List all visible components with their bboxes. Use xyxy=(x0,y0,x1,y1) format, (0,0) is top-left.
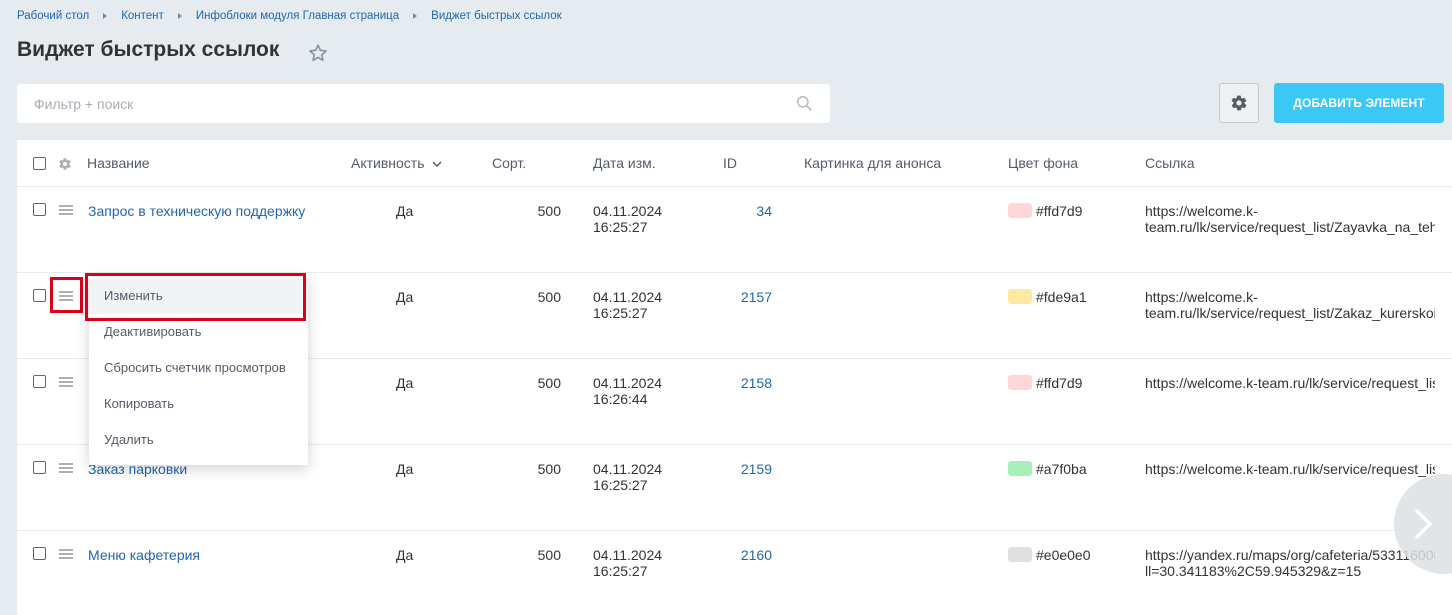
row-link: https://welcome.k- team.ru/lk/service/re… xyxy=(1145,203,1435,235)
column-header-active-label: Активность xyxy=(351,155,425,171)
breadcrumb-content[interactable]: Контент xyxy=(121,10,164,22)
column-header-date[interactable]: Дата изм. xyxy=(593,155,656,171)
row-sort: 500 xyxy=(537,203,561,219)
row-active: Да xyxy=(396,375,414,391)
column-settings-gear-icon[interactable] xyxy=(58,157,72,171)
row-active: Да xyxy=(396,547,414,563)
column-header-link[interactable]: Ссылка xyxy=(1145,155,1195,171)
row-active: Да xyxy=(396,289,414,305)
column-header-active[interactable]: Активность xyxy=(351,155,442,171)
row-id-link[interactable]: 2158 xyxy=(712,375,772,391)
row-date: 04.11.2024 16:25:27 xyxy=(593,203,663,235)
row-checkbox[interactable] xyxy=(33,461,46,474)
column-header-id[interactable]: ID xyxy=(723,155,737,171)
row-menu-icon[interactable] xyxy=(59,463,73,473)
menu-item-reset-views[interactable]: Сбросить счетчик просмотров xyxy=(89,350,308,386)
row-sort: 500 xyxy=(537,461,561,477)
row-date: 04.11.2024 16:25:27 xyxy=(593,547,663,579)
table-row: Меню кафетерия Да 500 04.11.2024 16:25:2… xyxy=(17,531,1452,615)
sort-chevron-down-icon xyxy=(432,161,442,167)
star-icon[interactable] xyxy=(307,42,329,64)
row-checkbox[interactable] xyxy=(33,547,46,560)
grid-header: Название Активность Сорт. Дата изм. ID К… xyxy=(17,140,1452,187)
row-checkbox[interactable] xyxy=(33,203,46,216)
search-icon[interactable] xyxy=(796,95,813,112)
row-id-link[interactable]: 2159 xyxy=(712,461,772,477)
row-color-swatch xyxy=(1008,289,1032,304)
row-sort: 500 xyxy=(537,547,561,563)
row-menu-icon[interactable] xyxy=(59,205,73,215)
row-id-link[interactable]: 2160 xyxy=(712,547,772,563)
row-color: #a7f0ba xyxy=(1036,461,1087,477)
row-sort: 500 xyxy=(537,375,561,391)
row-color-swatch xyxy=(1008,203,1032,218)
row-menu-icon[interactable] xyxy=(59,549,73,559)
breadcrumb-separator-icon xyxy=(413,13,418,19)
chevron-right-icon xyxy=(1415,509,1432,539)
column-header-picture[interactable]: Картинка для анонса xyxy=(804,155,941,171)
highlight-box-menu-icon xyxy=(50,277,83,313)
breadcrumb-separator-icon xyxy=(103,13,108,19)
row-active: Да xyxy=(396,203,414,219)
breadcrumb: Рабочий стол Контент Инфоблоки модуля Гл… xyxy=(17,10,562,22)
row-id-link[interactable]: 2157 xyxy=(712,289,772,305)
row-link: https://welcome.k-team.ru/lk/service/req… xyxy=(1145,461,1435,477)
row-active: Да xyxy=(396,461,414,477)
row-date: 04.11.2024 16:25:27 xyxy=(593,289,663,321)
breadcrumb-iblocks[interactable]: Инфоблоки модуля Главная страница xyxy=(196,10,399,22)
row-date: 04.11.2024 16:25:27 xyxy=(593,461,663,493)
breadcrumb-desktop[interactable]: Рабочий стол xyxy=(17,10,89,22)
row-color: #e0e0e0 xyxy=(1036,547,1091,563)
row-color: #fde9a1 xyxy=(1036,289,1087,305)
row-color: #ffd7d9 xyxy=(1036,375,1083,391)
row-date: 04.11.2024 16:26:44 xyxy=(593,375,663,407)
row-color-swatch xyxy=(1008,461,1032,476)
column-header-color[interactable]: Цвет фона xyxy=(1008,155,1078,171)
menu-item-delete[interactable]: Удалить xyxy=(89,422,308,458)
row-link: https://welcome.k-team.ru/lk/service/req… xyxy=(1145,375,1435,391)
gear-icon xyxy=(1231,95,1247,111)
settings-button[interactable] xyxy=(1219,83,1259,123)
breadcrumb-separator-icon xyxy=(177,13,182,19)
table-row: Запрос в техническую поддержку Да 500 04… xyxy=(17,187,1452,273)
row-sort: 500 xyxy=(537,289,561,305)
breadcrumb-current[interactable]: Виджет быстрых ссылок xyxy=(431,10,561,22)
row-link: https://welcome.k- team.ru/lk/service/re… xyxy=(1145,289,1435,321)
add-element-button[interactable]: ДОБАВИТЬ ЭЛЕМЕНТ xyxy=(1274,83,1444,123)
row-menu-icon[interactable] xyxy=(59,377,73,387)
column-header-sort[interactable]: Сорт. xyxy=(492,155,526,171)
highlight-box-edit-item xyxy=(85,273,306,321)
row-name-link[interactable]: Запрос в техническую поддержку xyxy=(88,203,305,219)
filter-search-input[interactable] xyxy=(17,84,777,123)
column-header-name[interactable]: Название xyxy=(87,155,150,171)
row-color: #ffd7d9 xyxy=(1036,203,1083,219)
menu-item-copy[interactable]: Копировать xyxy=(89,386,308,422)
row-color-swatch xyxy=(1008,547,1032,562)
row-id-link[interactable]: 34 xyxy=(712,203,772,219)
row-checkbox[interactable] xyxy=(33,289,46,302)
select-all-checkbox[interactable] xyxy=(33,157,46,170)
page-title: Виджет быстрых ссылок xyxy=(17,38,280,61)
filter-search-box xyxy=(17,84,830,123)
row-name-link[interactable]: Меню кафетерия xyxy=(88,547,200,563)
row-checkbox[interactable] xyxy=(33,375,46,388)
row-color-swatch xyxy=(1008,375,1032,390)
row-link: https://yandex.ru/maps/org/cafeteria/533… xyxy=(1145,547,1435,579)
